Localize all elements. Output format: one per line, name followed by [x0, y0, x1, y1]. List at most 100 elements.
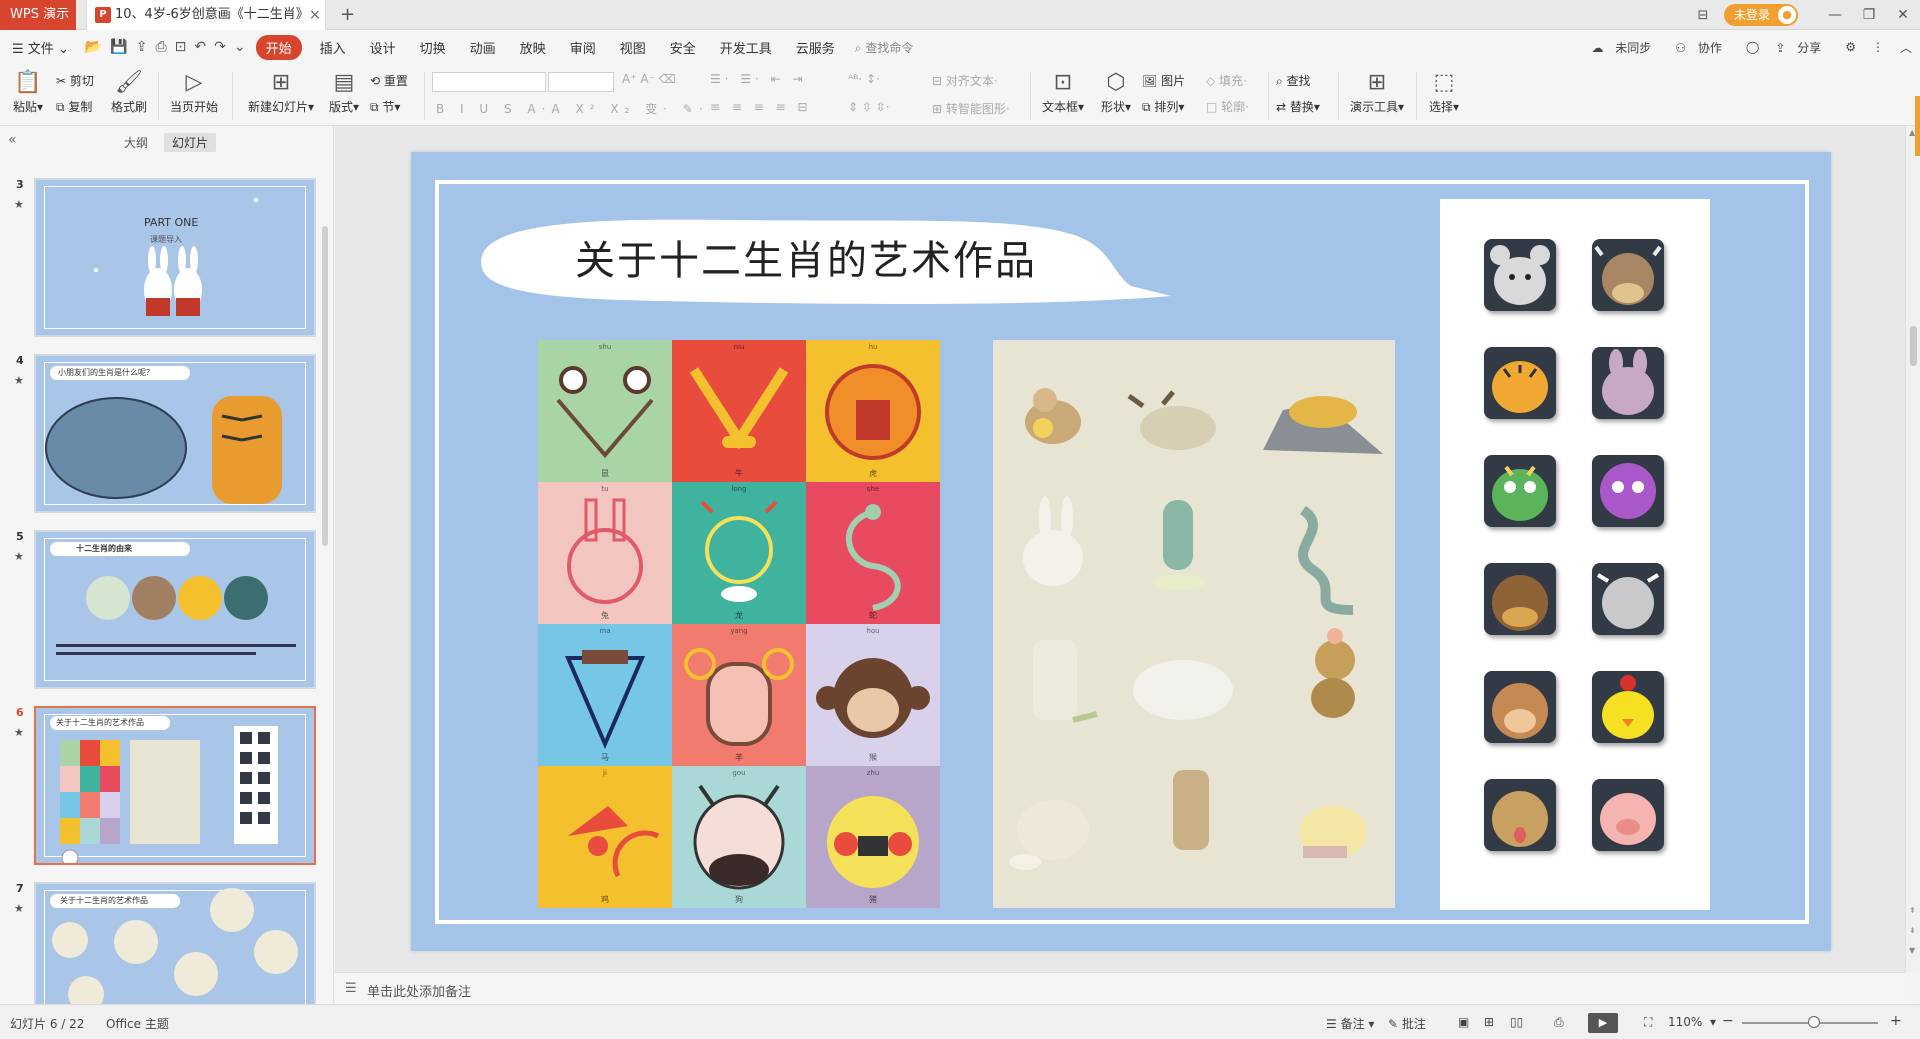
scrollbar-thumb[interactable]: [1910, 326, 1917, 366]
zodiac-geometric-grid[interactable]: shu 鼠 niu 牛 hu 虎 tu 兔 long 龙 she 蛇 ma 马 yang 羊 hou 猴 ji 鸡 go…: [538, 340, 940, 908]
share-button[interactable]: ⇪ 分享: [1767, 39, 1837, 56]
current-slide[interactable]: 关于十二生肖的艺术作品 shu 鼠 niu 牛 hu 虎 tu 兔 long 龙 she 蛇 ma 马 ya…: [411, 152, 1831, 951]
copy-button[interactable]: ⧉ 复制: [56, 98, 92, 115]
print-icon[interactable]: ⎙: [151, 39, 170, 55]
zoom-level[interactable]: 110%: [1668, 1015, 1702, 1029]
collapse-panel-icon[interactable]: «: [8, 132, 17, 148]
tab-outline[interactable]: 大纲: [124, 134, 148, 151]
camera-icon[interactable]: ⎙: [1554, 1015, 1564, 1030]
list-buttons[interactable]: ☰· ☰· ⇤ ⇥: [710, 72, 807, 86]
font-size-select[interactable]: [548, 72, 614, 92]
redo-icon[interactable]: ↷: [210, 39, 230, 55]
prev-slide-icon[interactable]: ⇞: [1909, 906, 1916, 915]
text-style-buttons[interactable]: B I U S A·A X² X₂ 变· ✎·: [436, 100, 709, 117]
play-current-button[interactable]: ▷ 当页开始: [166, 68, 222, 115]
layout-button[interactable]: ▤ 版式▾: [326, 68, 362, 115]
zoom-slider-knob[interactable]: [1808, 1016, 1820, 1028]
find-button[interactable]: ⌕ 查找: [1276, 72, 1311, 89]
font-grow-icon[interactable]: A⁺ A⁻ ⌫: [622, 72, 676, 86]
paste-button[interactable]: 📋 粘贴▾: [10, 68, 46, 115]
slide-sorter-icon[interactable]: ⊞: [1484, 1015, 1494, 1029]
icon-horse: [1484, 563, 1556, 635]
tab-security[interactable]: 安全: [658, 38, 708, 57]
command-search[interactable]: ⌕ 查找命令: [847, 39, 914, 56]
tab-review[interactable]: 审阅: [558, 38, 608, 57]
tab-design[interactable]: 设计: [358, 38, 408, 57]
chevron-down-icon[interactable]: ▾: [1710, 1015, 1716, 1029]
outline-button[interactable]: □ 轮廓·: [1206, 98, 1249, 115]
ribbon: 📋 粘贴▾ ✂ 剪切 ⧉ 复制 🖌 格式刷 ▷ 当页开始 ⊞ 新建幻灯片▾ ▤ 版式▾ ⟲…: [0, 64, 1920, 126]
comment-icon[interactable]: ◯: [1738, 40, 1767, 54]
select-button[interactable]: ⬚ 选择▾: [1424, 68, 1464, 115]
align-buttons[interactable]: ≡ ≡ ≡ ≡ ⊟: [710, 100, 812, 114]
text-direction-icon[interactable]: ᴬᴮ· ↕·: [848, 72, 880, 86]
tab-slides[interactable]: 幻灯片: [164, 133, 217, 152]
tab-view[interactable]: 视图: [608, 38, 658, 57]
notes-placeholder[interactable]: 单击此处添加备注: [367, 981, 471, 1000]
comments-toggle[interactable]: ✎ 批注: [1388, 1015, 1426, 1032]
theme-name[interactable]: Office 主题: [106, 1015, 169, 1032]
reading-view-icon[interactable]: ▯▯: [1510, 1015, 1523, 1029]
section-button[interactable]: ⧉ 节▾: [370, 98, 400, 115]
app-tab[interactable]: WPS 演示: [0, 0, 76, 30]
collapse-ribbon-icon[interactable]: ︿: [1892, 39, 1920, 56]
picture-button[interactable]: 🖼 图片: [1142, 72, 1185, 89]
textbox-button[interactable]: ⊡ 文本框▾: [1040, 68, 1086, 115]
tab-animations[interactable]: 动画: [458, 38, 508, 57]
collaborate-button[interactable]: ⚇ 协作: [1667, 39, 1738, 56]
vertical-scrollbar[interactable]: ▲ ⇞ ⇟ ▼: [1905, 126, 1920, 972]
save-icon[interactable]: 💾: [106, 39, 131, 55]
settings-icon[interactable]: ⚙: [1837, 40, 1864, 54]
shape-button[interactable]: ⬡ 形状▾: [1096, 68, 1136, 115]
slide-title[interactable]: 关于十二生肖的艺术作品: [575, 228, 1037, 286]
new-tab-button[interactable]: +: [340, 0, 355, 30]
watercolor-animals-panel[interactable]: [993, 340, 1395, 908]
minimize-icon[interactable]: —: [1818, 7, 1852, 23]
close-tab-icon[interactable]: ×: [309, 0, 321, 30]
chevron-down-icon[interactable]: ⌄: [230, 39, 250, 55]
arrange-button[interactable]: ⧉ 排列▾: [1142, 98, 1184, 115]
preview-icon[interactable]: ⊡: [171, 39, 191, 55]
tab-insert[interactable]: 插入: [308, 38, 358, 57]
replace-button[interactable]: ⇄ 替换▾: [1276, 98, 1320, 115]
notes-toggle[interactable]: ☰ 备注 ▾: [1326, 1015, 1374, 1032]
sync-status[interactable]: ☁ 未同步: [1583, 39, 1667, 56]
scroll-down-icon[interactable]: ▼: [1909, 946, 1915, 955]
file-menu[interactable]: ☰ 文件 ⌄: [0, 38, 81, 57]
login-button[interactable]: 未登录 ●: [1723, 4, 1798, 26]
fill-button[interactable]: ◇ 填充·: [1206, 72, 1247, 89]
zoom-out-icon[interactable]: −: [1722, 1013, 1734, 1029]
font-family-select[interactable]: [432, 72, 546, 92]
reset-button[interactable]: ⟲ 重置: [370, 72, 408, 89]
tab-home[interactable]: 开始: [255, 34, 302, 60]
line-spacing-icon[interactable]: ⇕ ⇳ ⇳·: [848, 100, 890, 114]
undo-icon[interactable]: ↶: [190, 39, 210, 55]
cartoon-icons-panel[interactable]: [1440, 199, 1710, 910]
next-slide-icon[interactable]: ⇟: [1909, 926, 1916, 935]
restore-icon[interactable]: ❐: [1852, 7, 1886, 23]
tab-slideshow[interactable]: 放映: [508, 38, 558, 57]
tab-developer[interactable]: 开发工具: [708, 38, 784, 57]
side-tool-tab[interactable]: [1915, 96, 1920, 156]
slideshow-play-button[interactable]: ▶: [1588, 1013, 1618, 1033]
close-window-icon[interactable]: ✕: [1886, 7, 1920, 23]
more-icon[interactable]: ⋮: [1864, 40, 1892, 54]
panel-scrollbar[interactable]: [322, 226, 328, 546]
book-icon[interactable]: ⊟: [1688, 8, 1718, 23]
tab-transitions[interactable]: 切换: [408, 38, 458, 57]
align-text-button[interactable]: ⊟ 对齐文本·: [932, 72, 998, 89]
cut-button[interactable]: ✂ 剪切: [56, 72, 94, 89]
presentation-tools-button[interactable]: ⊞ 演示工具▾: [1346, 68, 1408, 115]
new-slide-button[interactable]: ⊞ 新建幻灯片▾: [244, 68, 318, 115]
normal-view-icon[interactable]: ▣: [1458, 1015, 1469, 1029]
zodiac-pinyin: hu: [868, 343, 878, 351]
smart-graphic-button[interactable]: ⊞ 转智能图形·: [932, 100, 1010, 117]
notes-bar[interactable]: ☰ 单击此处添加备注: [335, 972, 1905, 1004]
export-icon[interactable]: ⇪: [132, 39, 152, 55]
format-painter-button[interactable]: 🖌 格式刷: [108, 68, 150, 115]
zoom-in-icon[interactable]: +: [1890, 1013, 1902, 1029]
tab-cloud[interactable]: 云服务: [784, 38, 847, 57]
document-tab[interactable]: P 10、4岁-6岁创意画《十二生肖》 ×: [86, 0, 326, 30]
open-icon[interactable]: 📂: [81, 39, 106, 55]
fit-window-icon[interactable]: ⛶: [1644, 1015, 1652, 1030]
